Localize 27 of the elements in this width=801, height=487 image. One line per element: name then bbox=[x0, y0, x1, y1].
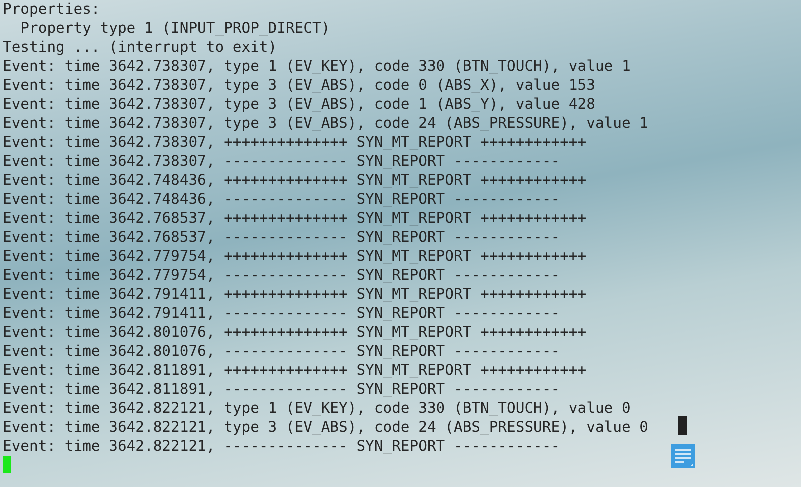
terminal-line: Event: time 3642.791411, -------------- SYN_REPORT ------------ bbox=[3, 304, 560, 323]
document-icon[interactable] bbox=[671, 444, 695, 468]
terminal-line: Event: time 3642.791411, ++++++++++++++ SYN_MT_REPORT ++++++++++++ bbox=[3, 285, 587, 304]
cursor-block bbox=[678, 416, 687, 435]
terminal-line: Event: time 3642.779754, ++++++++++++++ SYN_MT_REPORT ++++++++++++ bbox=[3, 247, 587, 266]
terminal-line: Event: time 3642.811891, -------------- SYN_REPORT ------------ bbox=[3, 380, 560, 399]
terminal-line: Event: time 3642.748436, -------------- SYN_REPORT ------------ bbox=[3, 190, 560, 209]
terminal-line: Event: time 3642.748436, ++++++++++++++ SYN_MT_REPORT ++++++++++++ bbox=[3, 171, 587, 190]
terminal-line: Event: time 3642.768537, -------------- SYN_REPORT ------------ bbox=[3, 228, 560, 247]
terminal-line: Event: time 3642.801076, ++++++++++++++ SYN_MT_REPORT ++++++++++++ bbox=[3, 323, 587, 342]
terminal-line: Event: time 3642.801076, -------------- SYN_REPORT ------------ bbox=[3, 342, 560, 361]
terminal-line: Event: time 3642.738307, ++++++++++++++ SYN_MT_REPORT ++++++++++++ bbox=[3, 133, 587, 152]
terminal-line: Event: time 3642.822121, -------------- SYN_REPORT ------------ bbox=[3, 437, 560, 456]
terminal-line: Testing ... (interrupt to exit) bbox=[3, 38, 278, 57]
terminal-line: Event: time 3642.768537, ++++++++++++++ SYN_MT_REPORT ++++++++++++ bbox=[3, 209, 587, 228]
terminal-line: Event: time 3642.738307, type 3 (EV_ABS), code 24 (ABS_PRESSURE), value 1 bbox=[3, 114, 649, 133]
terminal-line: Event: time 3642.738307, -------------- SYN_REPORT ------------ bbox=[3, 152, 560, 171]
terminal-line: Event: time 3642.779754, -------------- SYN_REPORT ------------ bbox=[3, 266, 560, 285]
terminal-line: Properties: bbox=[3, 0, 100, 19]
text-cursor bbox=[3, 456, 11, 473]
terminal-line: Event: time 3642.822121, type 3 (EV_ABS), code 24 (ABS_PRESSURE), value 0 bbox=[3, 418, 649, 437]
terminal-line: Event: time 3642.738307, type 3 (EV_ABS), code 1 (ABS_Y), value 428 bbox=[3, 95, 596, 114]
terminal-line: Event: time 3642.811891, ++++++++++++++ SYN_MT_REPORT ++++++++++++ bbox=[3, 361, 587, 380]
terminal-line: Event: time 3642.822121, type 1 (EV_KEY), code 330 (BTN_TOUCH), value 0 bbox=[3, 399, 631, 418]
terminal-line: Event: time 3642.738307, type 1 (EV_KEY), code 330 (BTN_TOUCH), value 1 bbox=[3, 57, 631, 76]
terminal-line: Event: time 3642.738307, type 3 (EV_ABS), code 0 (ABS_X), value 153 bbox=[3, 76, 596, 95]
terminal-line: Property type 1 (INPUT_PROP_DIRECT) bbox=[20, 19, 330, 38]
